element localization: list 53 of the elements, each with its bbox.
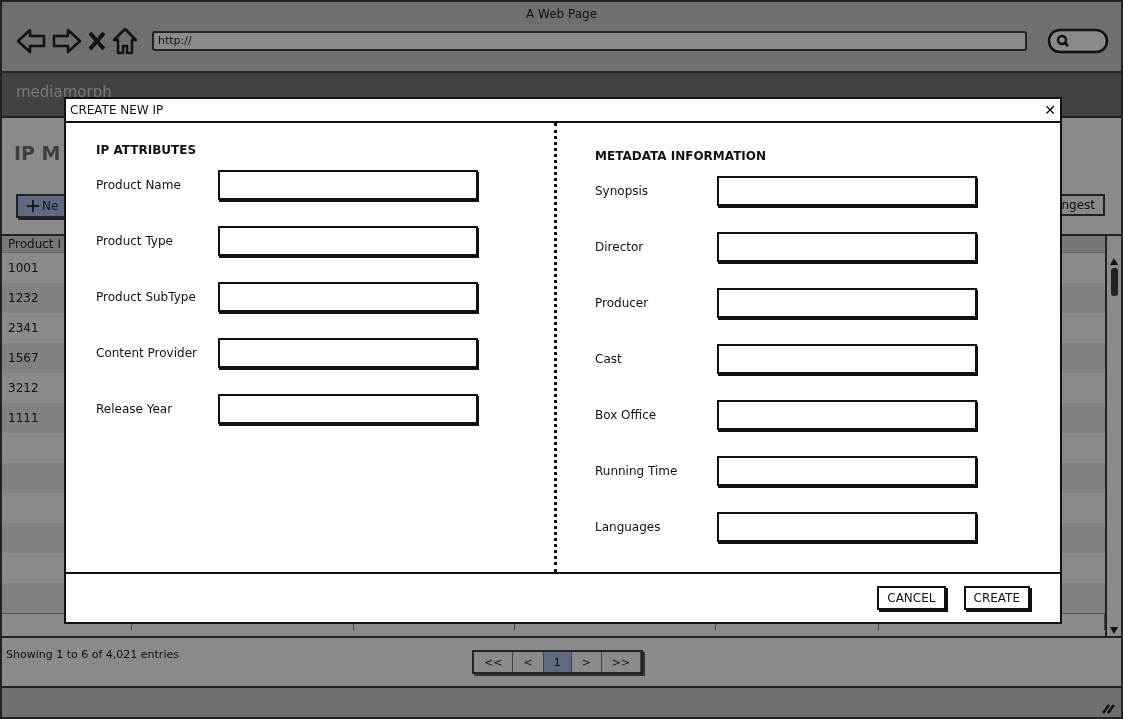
page-button[interactable]: 1: [543, 652, 572, 673]
field-label: Product SubType: [96, 290, 197, 304]
search-icon[interactable]: [1047, 28, 1109, 54]
input-field[interactable]: [218, 170, 478, 200]
up-arrow-icon: [1109, 256, 1119, 267]
input-field[interactable]: [717, 232, 977, 262]
input-field[interactable]: [717, 288, 977, 318]
forward-icon[interactable]: [52, 28, 82, 54]
input-field[interactable]: [717, 176, 977, 206]
field-label: Running Time: [595, 464, 679, 478]
window-title: A Web Page: [524, 6, 599, 23]
scrollbar[interactable]: [1105, 236, 1121, 637]
input-field[interactable]: [717, 512, 977, 542]
entries-summary: Showing 1 to 6 of 4,021 entries: [5, 647, 179, 662]
dialog-title: CREATE NEW IP: [70, 103, 164, 117]
plus-icon: [26, 199, 40, 214]
field-label: Languages: [595, 520, 662, 534]
table-cell: 1001: [8, 261, 39, 276]
input-field[interactable]: [218, 338, 478, 368]
scrollbar-thumb[interactable]: [1110, 268, 1118, 297]
page-title: IP M: [14, 142, 61, 165]
address-field[interactable]: http://: [152, 31, 1027, 51]
field-label: Release Year: [96, 402, 174, 416]
field-label: Synopsis: [595, 184, 650, 198]
table-cell: 1567: [8, 351, 39, 366]
back-icon[interactable]: [16, 28, 46, 54]
brand-name: mediamorph: [16, 83, 112, 101]
dialog-button[interactable]: CREATE: [963, 586, 1030, 610]
field-label: Product Type: [96, 234, 174, 248]
field-label: Product Name: [96, 178, 182, 192]
column-header[interactable]: Product I: [8, 237, 61, 252]
table-cell: 1232: [8, 291, 39, 306]
table-cell: 3212: [8, 381, 39, 396]
field-label: Content Provider: [96, 346, 198, 360]
field-label: Box Office: [595, 408, 658, 422]
input-field[interactable]: [218, 394, 478, 424]
table-cell: 1111: [8, 411, 39, 426]
field-label: Cast: [595, 352, 623, 366]
dialog-button[interactable]: CANCEL: [877, 586, 946, 610]
table-cell: 2341: [8, 321, 39, 336]
field-label: Producer: [595, 296, 650, 310]
home-icon[interactable]: [112, 27, 138, 55]
input-field[interactable]: [717, 400, 977, 430]
close-button[interactable]: ✕: [1044, 102, 1056, 118]
section-heading: METADATA INFORMATION: [595, 149, 768, 165]
input-field[interactable]: [218, 282, 478, 312]
input-field[interactable]: [717, 344, 977, 374]
input-field[interactable]: [218, 226, 478, 256]
close-icon[interactable]: [88, 31, 106, 51]
resize-grip-icon[interactable]: [1101, 702, 1115, 714]
input-field[interactable]: [717, 456, 977, 486]
section-heading: IP ATTRIBUTES: [96, 143, 198, 159]
field-label: Director: [595, 240, 645, 254]
